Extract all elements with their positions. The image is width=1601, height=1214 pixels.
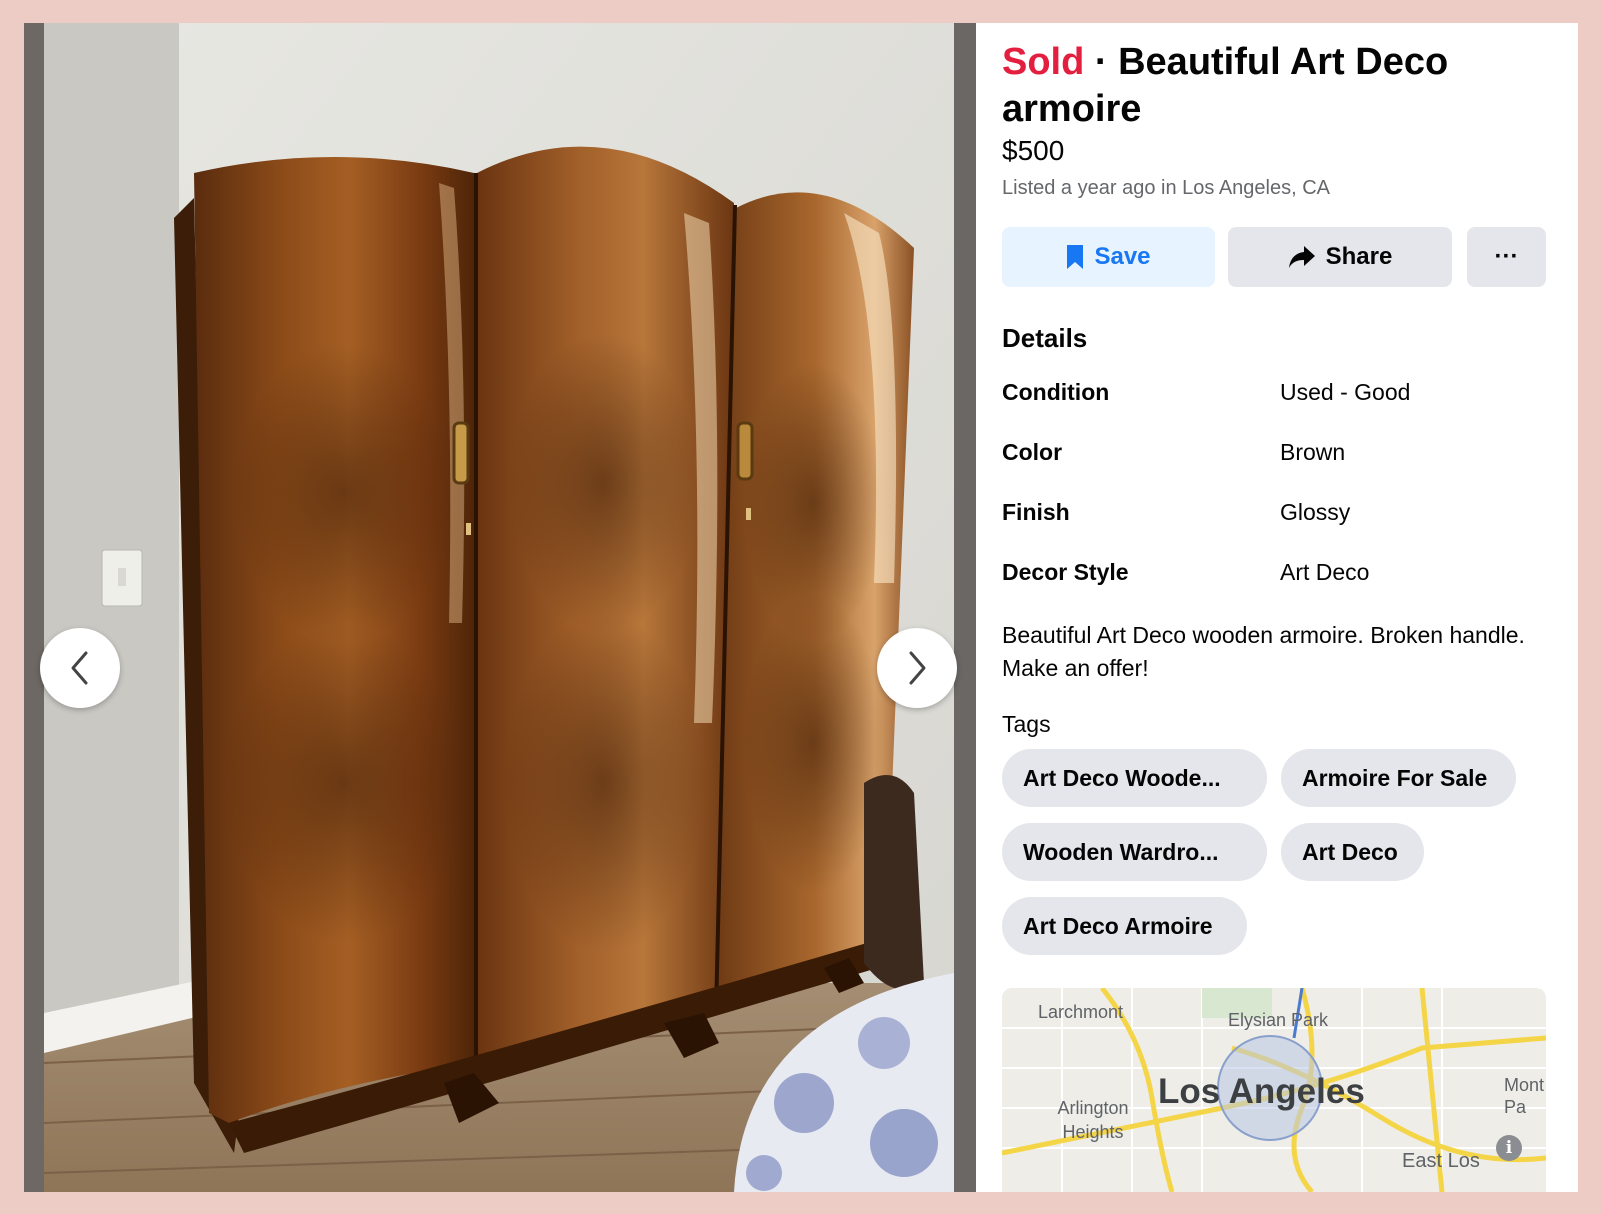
listing-info-panel: Sold · Beautiful Art Deco armoire $500 L… [976, 23, 1578, 1192]
detail-value: Glossy [1280, 499, 1351, 525]
map-label: Larchmont [1038, 1002, 1124, 1022]
detail-value: Used - Good [1280, 379, 1411, 405]
map-city-label: Los Angeles [1158, 1072, 1365, 1111]
sold-status: Sold [1002, 41, 1085, 83]
map-label: Elysian Park [1228, 1010, 1329, 1030]
more-options-button[interactable]: ··· [1467, 227, 1546, 287]
more-options-icon: ··· [1494, 243, 1519, 270]
marketplace-listing: Sold · Beautiful Art Deco armoire $500 L… [24, 23, 1578, 1192]
detail-value: Brown [1280, 439, 1346, 465]
details-heading: Details [1002, 323, 1088, 353]
next-photo-button[interactable] [877, 628, 957, 708]
tag-chip[interactable]: Wooden Wardro... [1002, 823, 1267, 881]
previous-photo-button[interactable] [40, 628, 120, 708]
tag-chip[interactable]: Art Deco Woode... [1002, 749, 1267, 807]
listing-photo-viewer [24, 23, 976, 1192]
detail-label: Decor Style [1002, 559, 1129, 585]
bookmark-icon [1066, 244, 1084, 270]
tag-chip[interactable]: Armoire For Sale [1281, 749, 1516, 807]
map-label: East Los [1402, 1150, 1480, 1172]
map-label: Arlington Heights [1057, 1098, 1129, 1142]
listing-title: Sold · Beautiful Art Deco armoire [1002, 39, 1562, 133]
save-button-label: Save [1094, 243, 1151, 270]
title-separator: · [1084, 41, 1119, 83]
tags-heading: Tags [1002, 711, 1051, 737]
armoire-photo [44, 23, 954, 1192]
tag-chip[interactable]: Art Deco [1281, 823, 1424, 881]
share-button-label: Share [1325, 243, 1393, 270]
tag-chip[interactable]: Art Deco Armoire [1002, 897, 1247, 955]
detail-value: Art Deco [1280, 559, 1370, 585]
save-button[interactable]: Save [1002, 227, 1215, 287]
chevron-right-icon [909, 651, 926, 685]
photo-edge-right [954, 23, 976, 1192]
detail-label: Condition [1002, 379, 1110, 405]
photo-edge-left [24, 23, 44, 1192]
chevron-left-icon [71, 651, 88, 685]
listing-meta: Listed a year ago in Los Angeles, CA [1002, 177, 1330, 199]
listing-description: Beautiful Art Deco wooden armoire. Broke… [1002, 622, 1525, 681]
share-button[interactable]: Share [1228, 227, 1452, 287]
map-info-icon[interactable]: i [1496, 1135, 1522, 1161]
detail-label: Finish [1002, 499, 1070, 525]
location-map[interactable]: Larchmont Elysian Park Arlington Heights… [1002, 988, 1546, 1192]
listing-price: $500 [1002, 135, 1065, 166]
map-label: Mont Pa [1504, 1075, 1545, 1117]
share-arrow-icon [1288, 245, 1316, 269]
detail-label: Color [1002, 439, 1063, 465]
